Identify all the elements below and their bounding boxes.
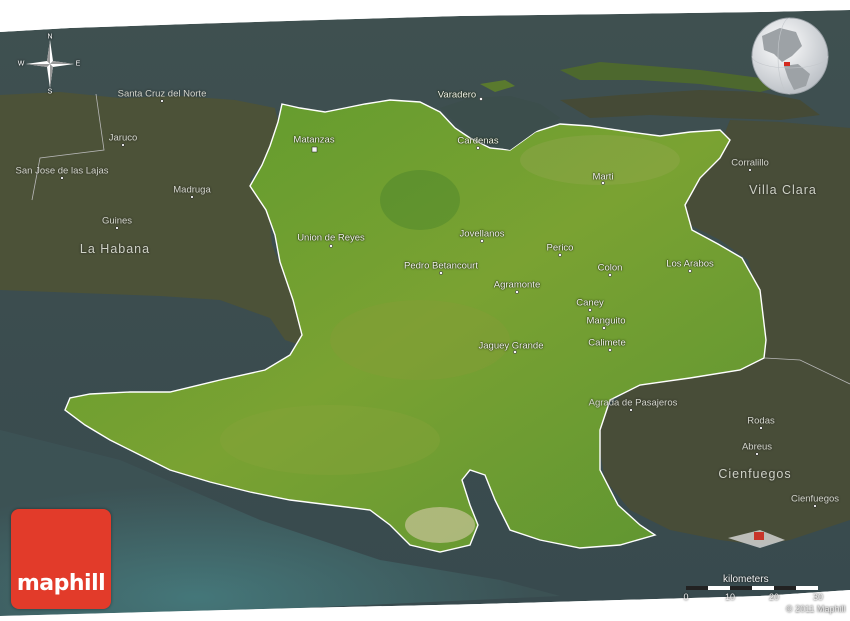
compass-east-label: E (75, 60, 81, 68)
locator-globe-icon (751, 17, 829, 95)
maphill-logo[interactable]: maphill (11, 509, 111, 609)
city-label-santa-cruz-del-norte: Santa Cruz del Norte (117, 88, 207, 100)
city-label-union-de-reyes: Union de Reyes (297, 232, 365, 244)
city-label-cienfuegos: Cienfuegos (790, 493, 840, 505)
scale-tick-0: 0 (683, 592, 689, 602)
city-label-matanzas: Matanzas (293, 134, 335, 146)
city-label-san-jose-de-las-lajas: San Jose de las Lajas (15, 165, 109, 177)
scale-tick-30: 30 (812, 592, 824, 602)
city-label-cardenas: Cardenas (457, 135, 499, 147)
region-label-la-habana: La Habana (79, 242, 151, 256)
compass-north-label: N (47, 33, 53, 41)
scale-bar (686, 586, 818, 590)
region-label-villa-clara: Villa Clara (749, 183, 817, 197)
city-label-pedro-betancourt: Pedro Betancourt (404, 260, 478, 272)
copyright-text: © 2011 Maphill (786, 604, 846, 614)
compass-south-label: S (47, 88, 53, 96)
logo-text: maphill (16, 571, 106, 596)
city-label-marti: Marti (592, 171, 614, 183)
scale-tick-20: 20 (768, 592, 780, 602)
city-label-madruga: Madruga (173, 184, 211, 196)
city-label-abreus: Abreus (741, 441, 773, 453)
city-label-jovellanos: Jovellanos (459, 228, 505, 240)
city-label-jaruco: Jaruco (108, 132, 138, 144)
city-label-agrada-de-pasajeros: Agrada de Pasajeros (588, 397, 678, 409)
city-label-guines: Guines (101, 215, 133, 227)
city-label-colon: Colon (597, 262, 623, 274)
city-label-corralillo: Corralillo (731, 157, 769, 169)
city-label-jaguey-grande: Jaguey Grande (478, 340, 544, 352)
region-label-cienfuegos: Cienfuegos (718, 467, 792, 481)
scale-tick-10: 10 (724, 592, 736, 602)
city-label-agramonte: Agramonte (493, 279, 541, 291)
city-label-los-arabos: Los Arabos (666, 258, 714, 270)
city-label-rodas: Rodas (747, 415, 775, 427)
city-label-perico: Perico (546, 242, 574, 254)
city-label-caney: Caney (576, 297, 604, 309)
city-label-manguito: Manguito (586, 315, 626, 327)
city-label-calimete: Calimete (588, 337, 626, 349)
city-label-varadero: Varadero (437, 89, 477, 101)
compass-west-label: W (17, 60, 25, 68)
scale-title: kilometers (723, 574, 769, 585)
